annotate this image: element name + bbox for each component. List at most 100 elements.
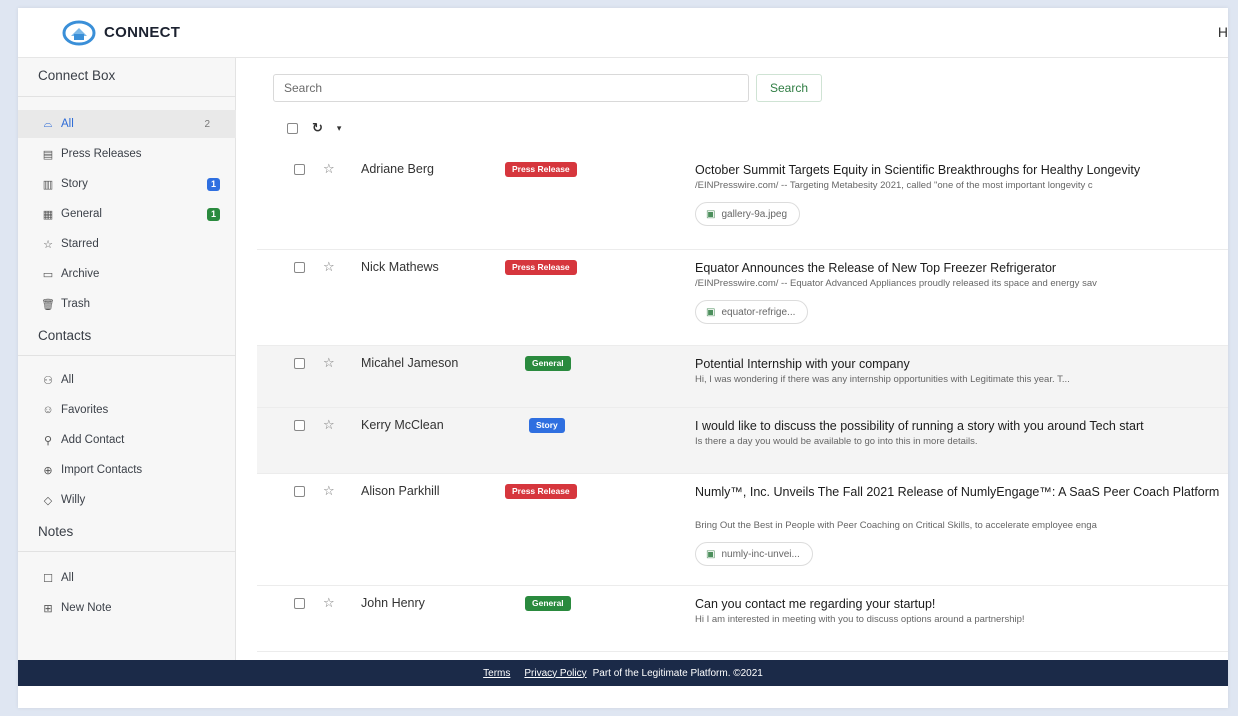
message-sender: Alison Parkhill <box>361 484 440 498</box>
sidebar-item-favorites[interactable]: ☺ Favorites <box>18 396 236 424</box>
star-icon: ☆ <box>43 238 53 251</box>
message-snippet: Is there a day you would be available to… <box>695 436 978 447</box>
sidebar-item-label: Story <box>61 178 88 190</box>
tag-icon: ◇ <box>43 494 53 507</box>
message-sender: John Henry <box>361 596 425 610</box>
import-icon: ⊕ <box>43 464 53 477</box>
general-count-badge: 1 <box>207 207 220 221</box>
sidebar-item-label: Willy <box>61 494 86 506</box>
sidebar-item-story[interactable]: ▥ Story 1 <box>18 170 236 198</box>
sidebar-item-label: Press Releases <box>61 148 142 160</box>
row-checkbox[interactable] <box>294 358 305 369</box>
row-checkbox[interactable] <box>294 486 305 497</box>
sidebar: Connect Box ⌓ All 2 ▤ Press Releases ▥ S… <box>18 58 236 660</box>
sidebar-item-all-contacts[interactable]: ⚇ All <box>18 366 236 394</box>
attachment-name: numly-inc-unvei... <box>721 548 800 560</box>
refresh-icon[interactable]: ↻ <box>312 120 323 136</box>
press-release-tag: Press Release <box>505 484 577 499</box>
message-row[interactable]: ☆ John Henry General Can you contact me … <box>257 586 1228 652</box>
sidebar-item-trash[interactable]: 🗑 Trash <box>18 290 236 318</box>
message-subject: Can you contact me regarding your startu… <box>695 597 936 611</box>
sidebar-item-all-notes[interactable]: ☐ All <box>18 564 236 592</box>
star-icon[interactable]: ☆ <box>323 259 335 275</box>
row-checkbox[interactable] <box>294 420 305 431</box>
contacts-title: Contacts <box>38 328 92 343</box>
press-release-tag: Press Release <box>505 162 577 177</box>
plus-square-icon: ⊞ <box>43 602 53 615</box>
star-icon[interactable]: ☆ <box>323 417 335 433</box>
sidebar-item-label: Archive <box>61 268 100 280</box>
message-sender: Nick Mathews <box>361 260 439 274</box>
row-checkbox[interactable] <box>294 262 305 273</box>
star-icon[interactable]: ☆ <box>323 595 335 611</box>
sidebar-item-starred[interactable]: ☆ Starred <box>18 230 236 258</box>
notes-title: Notes <box>38 524 74 539</box>
terms-link[interactable]: Terms <box>483 668 510 679</box>
sidebar-item-new-note[interactable]: ⊞ New Note <box>18 594 236 622</box>
select-all-checkbox[interactable] <box>287 122 298 134</box>
sidebar-item-add-contact[interactable]: ⚲ Add Contact <box>18 426 236 454</box>
star-icon[interactable]: ☆ <box>323 483 335 499</box>
search-button[interactable]: Search <box>756 74 822 102</box>
user-menu-initial[interactable]: H <box>1218 24 1228 40</box>
divider <box>18 355 236 356</box>
message-row[interactable]: ☆ Kerry McClean Story I would like to di… <box>257 408 1228 474</box>
general-tag: General <box>525 356 571 371</box>
row-checkbox[interactable] <box>294 598 305 609</box>
sidebar-item-label: All <box>61 118 74 130</box>
list-toolbar: ↻ ▾ <box>287 120 341 136</box>
sidebar-item-archive[interactable]: ▭ Archive <box>18 260 236 288</box>
divider <box>18 96 236 97</box>
message-row[interactable]: ☆ Micahel Jameson General Potential Inte… <box>257 346 1228 408</box>
sidebar-item-import-contacts[interactable]: ⊕ Import Contacts <box>18 456 236 484</box>
sidebar-item-label: Starred <box>61 238 99 250</box>
attachment-name: equator-refrige... <box>721 306 796 318</box>
sidebar-item-press-releases[interactable]: ▤ Press Releases <box>18 140 236 168</box>
attachment-chip[interactable]: ▣ equator-refrige... <box>695 300 809 324</box>
checkbox-icon: ☐ <box>43 572 53 585</box>
image-file-icon: ▣ <box>706 306 716 318</box>
connect-box-title: Connect Box <box>38 68 116 83</box>
sidebar-item-label: Import Contacts <box>61 464 143 476</box>
newspaper-icon: ▤ <box>42 148 54 161</box>
sidebar-item-willy[interactable]: ◇ Willy <box>18 486 236 514</box>
story-icon: ▥ <box>42 178 54 191</box>
privacy-policy-link[interactable]: Privacy Policy <box>524 668 586 679</box>
user-add-icon: ⚲ <box>43 434 53 447</box>
brand-name: CONNECT <box>104 24 181 41</box>
sidebar-item-general[interactable]: ▦ General 1 <box>18 200 236 228</box>
attachment-chip[interactable]: ▣ numly-inc-unvei... <box>695 542 813 566</box>
search-input[interactable] <box>273 74 749 102</box>
users-icon: ⚇ <box>43 374 53 387</box>
attachment-chip[interactable]: ▣ gallery-9a.jpeg <box>695 202 801 226</box>
message-subject: October Summit Targets Equity in Scienti… <box>695 163 1141 177</box>
message-snippet: /EINPresswire.com/ -- Equator Advanced A… <box>695 278 1097 289</box>
message-row[interactable]: ☆ Nick Mathews Press Release Equator Ann… <box>257 250 1228 346</box>
message-snippet: Hi I am interested in meeting with you t… <box>695 614 1025 625</box>
sidebar-item-all-messages[interactable]: ⌓ All 2 <box>18 110 236 138</box>
message-row[interactable]: ☆ Adriane Berg Press Release October Sum… <box>257 152 1228 250</box>
image-file-icon: ▣ <box>706 208 716 220</box>
message-snippet: Hi, I was wondering if there was any int… <box>695 374 1070 385</box>
image-file-icon: ▣ <box>706 548 716 560</box>
message-list-panel: Search ↻ ▾ ☆ Adriane Berg Press Release … <box>237 58 1228 660</box>
star-icon[interactable]: ☆ <box>323 355 335 371</box>
sidebar-item-label: General <box>61 208 102 220</box>
message-sender: Micahel Jameson <box>361 356 459 370</box>
chevron-down-icon[interactable]: ▾ <box>337 123 342 134</box>
connect-logo-icon[interactable] <box>62 20 96 46</box>
smile-icon: ☺ <box>42 404 54 416</box>
message-snippet: /EINPresswire.com/ -- Targeting Metabesi… <box>695 180 1093 191</box>
copyright-text: Part of the Legitimate Platform. ©2021 <box>592 667 763 679</box>
star-icon[interactable]: ☆ <box>323 161 335 177</box>
sidebar-item-label: Favorites <box>61 404 109 416</box>
message-count: 2 <box>204 118 210 130</box>
message-subject: Equator Announces the Release of New Top… <box>695 261 1057 275</box>
inbox-icon: ⌓ <box>43 117 53 130</box>
message-sender: Kerry McClean <box>361 418 444 432</box>
story-count-badge: 1 <box>207 177 220 191</box>
row-checkbox[interactable] <box>294 164 305 175</box>
message-row[interactable]: ☆ Alison Parkhill Press Release Numly™, … <box>257 474 1228 586</box>
sidebar-item-label: New Note <box>61 602 112 614</box>
message-subject: I would like to discuss the possibility … <box>695 419 1144 433</box>
